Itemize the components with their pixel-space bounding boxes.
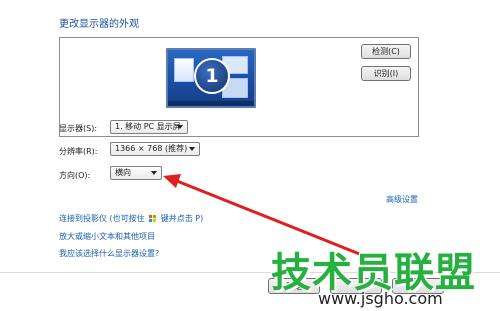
arrow-head (163, 174, 181, 188)
watermark-url: www.jsgho.com (318, 289, 443, 308)
